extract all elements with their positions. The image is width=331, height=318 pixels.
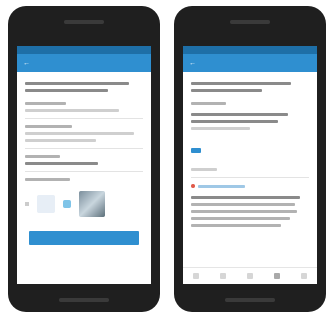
field-value[interactable]: [25, 132, 134, 135]
status-bar: [17, 46, 151, 54]
heading-line: [191, 113, 288, 116]
phone-left: ←: [8, 6, 160, 312]
avatar: [191, 184, 195, 188]
comment-line: [191, 203, 295, 206]
back-arrow-icon[interactable]: ←: [189, 60, 196, 67]
comment-header: [191, 184, 309, 188]
nav-icon[interactable]: [273, 273, 280, 279]
small-icon: [25, 202, 29, 206]
app-bar: ←: [17, 54, 151, 72]
nav-icon[interactable]: [220, 273, 227, 279]
bottom-nav: [183, 267, 317, 284]
field-label: [25, 125, 73, 128]
attachments-row: [25, 191, 143, 217]
text-line: [191, 82, 292, 85]
tag-row: [191, 140, 309, 158]
hardware-bottom-bar: [225, 298, 275, 302]
nav-icon[interactable]: [193, 273, 200, 279]
meta-label: [191, 102, 227, 105]
divider: [25, 171, 143, 172]
divider: [25, 148, 143, 149]
field-label: [25, 102, 67, 105]
attachments-label: [25, 178, 70, 181]
tag-badge[interactable]: [191, 148, 201, 153]
speaker-grill: [230, 20, 270, 24]
photo-thumbnail[interactable]: [79, 191, 105, 217]
screen-right: ←: [183, 46, 317, 284]
field-value[interactable]: [25, 162, 99, 165]
commenter-name[interactable]: [198, 184, 246, 188]
form-content: [17, 72, 151, 251]
submit-button[interactable]: [29, 231, 139, 245]
text-line: [191, 168, 217, 171]
status-bar: [183, 46, 317, 54]
app-bar: ←: [183, 54, 317, 72]
phone-right: ←: [174, 6, 326, 312]
comment-line: [191, 210, 298, 213]
back-arrow-icon[interactable]: ←: [23, 60, 30, 67]
field-value[interactable]: [25, 139, 96, 142]
heading-line: [191, 120, 279, 123]
comment-line: [191, 196, 300, 199]
text-line: [191, 89, 262, 92]
divider: [25, 118, 143, 119]
text-line: [25, 82, 129, 85]
nav-icon[interactable]: [300, 273, 307, 279]
field-value[interactable]: [25, 109, 120, 112]
text-line: [25, 89, 108, 92]
divider: [191, 177, 309, 178]
field-label: [25, 155, 61, 158]
detail-content: [183, 72, 317, 237]
comment-line: [191, 217, 291, 220]
hardware-bottom-bar: [59, 298, 109, 302]
comment-line: [191, 224, 281, 227]
camera-icon[interactable]: [63, 200, 71, 208]
nav-icon[interactable]: [246, 273, 253, 279]
screen-left: ←: [17, 46, 151, 284]
text-line: [191, 127, 250, 130]
speaker-grill: [64, 20, 104, 24]
add-attachment-icon[interactable]: [37, 195, 55, 213]
